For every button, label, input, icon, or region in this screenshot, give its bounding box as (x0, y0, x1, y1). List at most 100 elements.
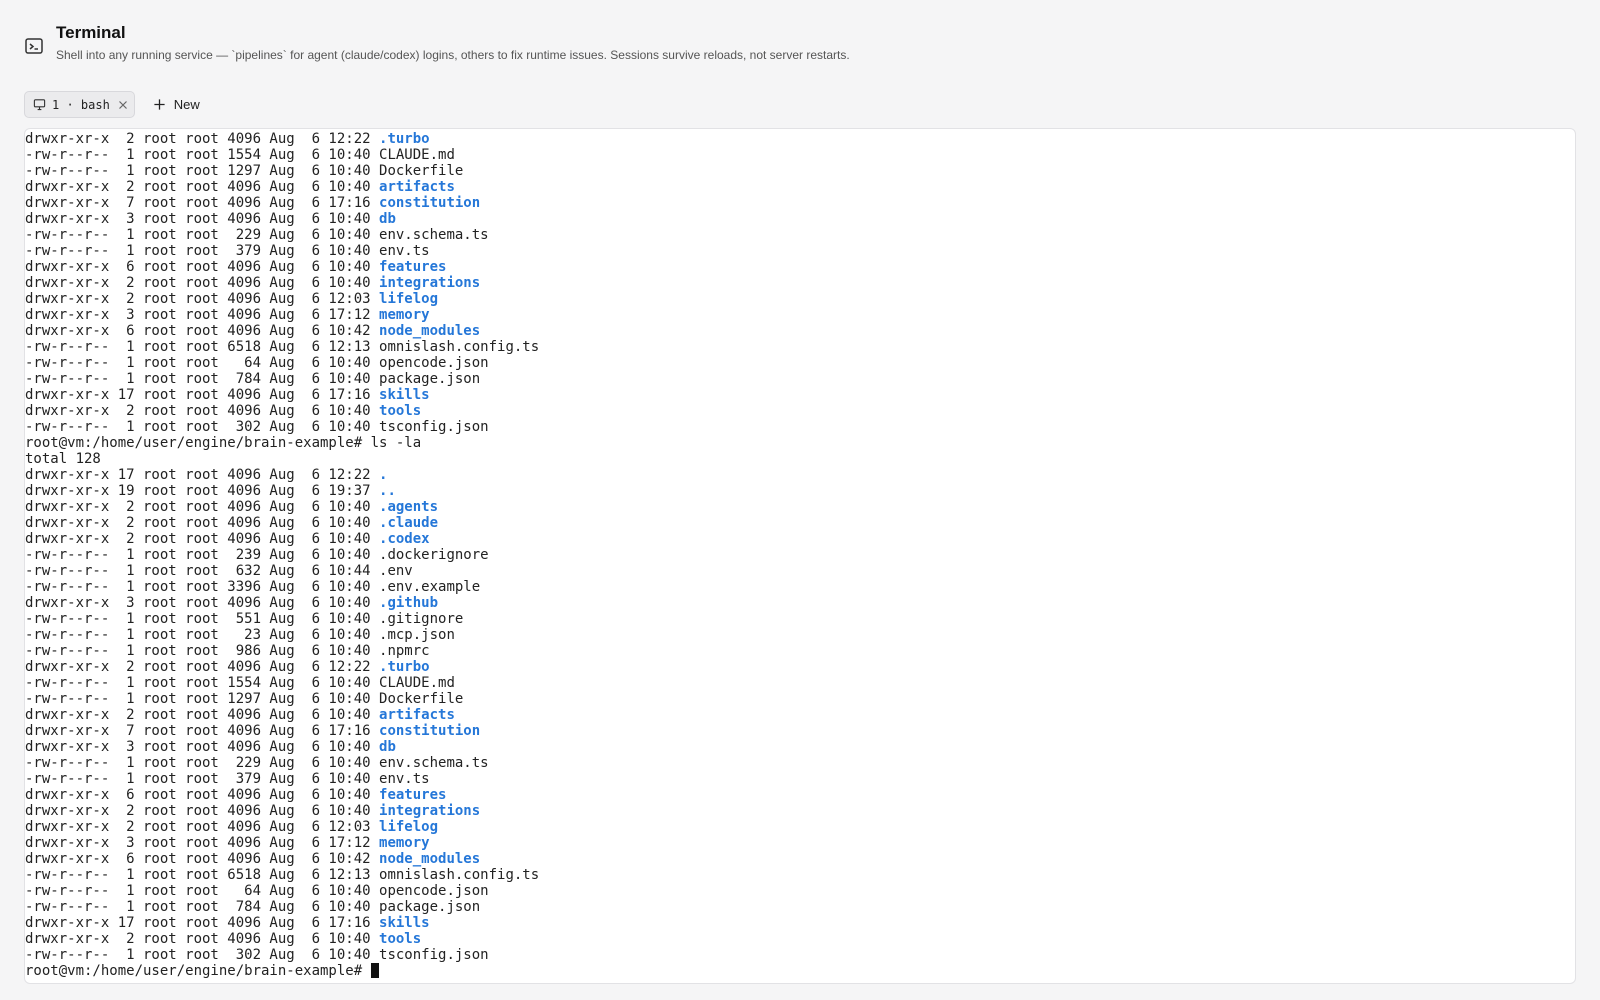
file-name: CLAUDE.md (379, 675, 455, 691)
directory-name: .codex (379, 531, 430, 547)
directory-name: lifelog (379, 819, 439, 835)
new-session-button[interactable]: New (153, 97, 200, 112)
line-text: total 128 (25, 451, 101, 467)
terminal-line: -rw-r--r-- 1 root root 64 Aug 6 10:40 op… (25, 355, 539, 371)
line-text: drwxr-xr-x 6 root root 4096 Aug 6 10:40 (25, 259, 380, 275)
terminal-line: -rw-r--r-- 1 root root 379 Aug 6 10:40 e… (25, 243, 539, 259)
directory-name: tools (379, 931, 422, 947)
monitor-icon (33, 99, 46, 111)
terminal-icon (25, 38, 43, 54)
line-text: -rw-r--r-- 1 root root 302 Aug 6 10:40 (25, 947, 380, 963)
prompt-text: root@vm:/home/user/engine/brain-example# (25, 963, 371, 979)
directory-name: features (379, 259, 447, 275)
terminal-output: drwxr-xr-x 2 root root 4096 Aug 6 12:22 … (25, 131, 539, 979)
file-name: .env.example (379, 579, 481, 595)
terminal-line: drwxr-xr-x 7 root root 4096 Aug 6 17:16 … (25, 195, 539, 211)
terminal-line: drwxr-xr-x 17 root root 4096 Aug 6 12:22… (25, 467, 539, 483)
terminal-line: -rw-r--r-- 1 root root 229 Aug 6 10:40 e… (25, 755, 539, 771)
terminal-line: -rw-r--r-- 1 root root 986 Aug 6 10:40 .… (25, 643, 539, 659)
tab-label: 1 · bash (52, 97, 110, 112)
line-text: drwxr-xr-x 3 root root 4096 Aug 6 10:40 (25, 739, 380, 755)
terminal-line: drwxr-xr-x 2 root root 4096 Aug 6 10:40 … (25, 931, 539, 947)
line-text: -rw-r--r-- 1 root root 1297 Aug 6 10:40 (25, 163, 380, 179)
line-text: -rw-r--r-- 1 root root 1554 Aug 6 10:40 (25, 675, 380, 691)
line-text: drwxr-xr-x 2 root root 4096 Aug 6 10:40 (25, 515, 380, 531)
line-text: drwxr-xr-x 2 root root 4096 Aug 6 10:40 (25, 275, 380, 291)
terminal-line: drwxr-xr-x 3 root root 4096 Aug 6 17:12 … (25, 307, 539, 323)
line-text: drwxr-xr-x 3 root root 4096 Aug 6 10:40 (25, 595, 380, 611)
terminal-line: drwxr-xr-x 6 root root 4096 Aug 6 10:40 … (25, 787, 539, 803)
terminal-line: -rw-r--r-- 1 root root 1297 Aug 6 10:40 … (25, 163, 539, 179)
line-text: -rw-r--r-- 1 root root 23 Aug 6 10:40 (25, 627, 380, 643)
terminal-cursor (370, 963, 379, 978)
line-text: drwxr-xr-x 6 root root 4096 Aug 6 10:40 (25, 787, 380, 803)
close-icon[interactable] (118, 100, 128, 110)
directory-name: db (379, 211, 396, 227)
line-text: drwxr-xr-x 2 root root 4096 Aug 6 10:40 (25, 531, 380, 547)
terminal-line: -rw-r--r-- 1 root root 64 Aug 6 10:40 op… (25, 883, 539, 899)
directory-name: .claude (379, 515, 439, 531)
line-text: drwxr-xr-x 2 root root 4096 Aug 6 12:03 (25, 291, 380, 307)
terminal-line: root@vm:/home/user/engine/brain-example#… (25, 435, 539, 451)
line-text: -rw-r--r-- 1 root root 64 Aug 6 10:40 (25, 883, 380, 899)
line-text: drwxr-xr-x 2 root root 4096 Aug 6 12:03 (25, 819, 380, 835)
tab-session-1[interactable]: 1 · bash (24, 91, 135, 118)
line-text: -rw-r--r-- 1 root root 379 Aug 6 10:40 (25, 771, 380, 787)
terminal-line: drwxr-xr-x 3 root root 4096 Aug 6 10:40 … (25, 211, 539, 227)
line-text: -rw-r--r-- 1 root root 64 Aug 6 10:40 (25, 355, 380, 371)
file-name: env.ts (379, 243, 430, 259)
line-text: -rw-r--r-- 1 root root 6518 Aug 6 12:13 (25, 867, 380, 883)
terminal-line: drwxr-xr-x 2 root root 4096 Aug 6 10:40 … (25, 275, 539, 291)
line-text: drwxr-xr-x 7 root root 4096 Aug 6 17:16 (25, 723, 380, 739)
terminal-line: -rw-r--r-- 1 root root 6518 Aug 6 12:13 … (25, 867, 539, 883)
terminal-line: -rw-r--r-- 1 root root 302 Aug 6 10:40 t… (25, 947, 539, 963)
line-text: drwxr-xr-x 2 root root 4096 Aug 6 10:40 (25, 403, 380, 419)
terminal-line: drwxr-xr-x 2 root root 4096 Aug 6 10:40 … (25, 403, 539, 419)
line-text: -rw-r--r-- 1 root root 1554 Aug 6 10:40 (25, 147, 380, 163)
file-name: env.ts (379, 771, 430, 787)
line-text: drwxr-xr-x 7 root root 4096 Aug 6 17:16 (25, 195, 380, 211)
line-text: -rw-r--r-- 1 root root 239 Aug 6 10:40 (25, 547, 380, 563)
line-text: -rw-r--r-- 1 root root 784 Aug 6 10:40 (25, 371, 380, 387)
file-name: tsconfig.json (379, 947, 489, 963)
terminal-line: -rw-r--r-- 1 root root 551 Aug 6 10:40 .… (25, 611, 539, 627)
line-text: -rw-r--r-- 1 root root 986 Aug 6 10:40 (25, 643, 380, 659)
line-text: drwxr-xr-x 17 root root 4096 Aug 6 17:16 (25, 915, 380, 931)
directory-name: memory (379, 835, 430, 851)
terminal-line: drwxr-xr-x 7 root root 4096 Aug 6 17:16 … (25, 723, 539, 739)
line-text: drwxr-xr-x 2 root root 4096 Aug 6 12:22 (25, 131, 380, 147)
directory-name: constitution (379, 723, 481, 739)
new-button-label: New (173, 97, 200, 112)
plus-icon (154, 99, 165, 110)
terminal-line: drwxr-xr-x 2 root root 4096 Aug 6 12:22 … (25, 659, 539, 675)
file-name: .gitignore (379, 611, 464, 627)
file-name: .mcp.json (379, 627, 455, 643)
file-name: tsconfig.json (379, 419, 489, 435)
terminal-line: -rw-r--r-- 1 root root 1554 Aug 6 10:40 … (25, 675, 539, 691)
line-text: drwxr-xr-x 3 root root 4096 Aug 6 17:12 (25, 835, 380, 851)
terminal-line: drwxr-xr-x 2 root root 4096 Aug 6 12:03 … (25, 819, 539, 835)
terminal-pane[interactable]: drwxr-xr-x 2 root root 4096 Aug 6 12:22 … (24, 128, 1576, 984)
line-text: drwxr-xr-x 17 root root 4096 Aug 6 17:16 (25, 387, 380, 403)
terminal-line: drwxr-xr-x 2 root root 4096 Aug 6 10:40 … (25, 515, 539, 531)
file-name: package.json (379, 371, 481, 387)
terminal-line: drwxr-xr-x 3 root root 4096 Aug 6 10:40 … (25, 595, 539, 611)
line-text: drwxr-xr-x 2 root root 4096 Aug 6 10:40 (25, 803, 380, 819)
terminal-line: drwxr-xr-x 2 root root 4096 Aug 6 10:40 … (25, 499, 539, 515)
line-text: -rw-r--r-- 1 root root 551 Aug 6 10:40 (25, 611, 380, 627)
terminal-line: -rw-r--r-- 1 root root 239 Aug 6 10:40 .… (25, 547, 539, 563)
line-text: drwxr-xr-x 2 root root 4096 Aug 6 10:40 (25, 499, 380, 515)
file-name: omnislash.config.ts (379, 339, 540, 355)
file-name: .dockerignore (379, 547, 489, 563)
terminal-line: -rw-r--r-- 1 root root 3396 Aug 6 10:40 … (25, 579, 539, 595)
file-name: omnislash.config.ts (379, 867, 540, 883)
directory-name: features (379, 787, 447, 803)
terminal-line: drwxr-xr-x 19 root root 4096 Aug 6 19:37… (25, 483, 539, 499)
terminal-line: -rw-r--r-- 1 root root 302 Aug 6 10:40 t… (25, 419, 539, 435)
directory-name: tools (379, 403, 422, 419)
file-name: Dockerfile (379, 691, 464, 707)
directory-name: lifelog (379, 291, 439, 307)
terminal-line: drwxr-xr-x 6 root root 4096 Aug 6 10:42 … (25, 851, 539, 867)
terminal-line: drwxr-xr-x 2 root root 4096 Aug 6 10:40 … (25, 179, 539, 195)
line-text: -rw-r--r-- 1 root root 229 Aug 6 10:40 (25, 227, 380, 243)
